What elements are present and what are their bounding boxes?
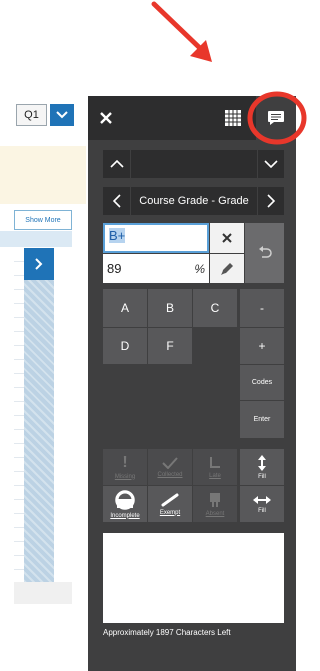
close-icon — [100, 112, 112, 124]
selected-column[interactable] — [24, 248, 54, 582]
exempt-label: Exempt — [159, 509, 181, 516]
grade-c-button[interactable]: C — [193, 289, 237, 327]
show-more-button[interactable]: Show More — [14, 210, 72, 230]
fill-vertical-label: Fill — [258, 473, 266, 480]
characters-left-text: Approximately 1897 Characters Left — [103, 628, 231, 637]
collected-label: Collected — [157, 471, 183, 478]
missing-button[interactable]: ! Missing — [103, 449, 147, 485]
late-button[interactable]: Late — [193, 449, 237, 485]
grid-footer-cell — [14, 582, 72, 604]
quarter-dropdown-button[interactable] — [50, 104, 74, 126]
grid-icon — [225, 110, 241, 126]
horizontal-arrows-icon — [253, 495, 271, 504]
grade-d-button[interactable]: D — [103, 328, 147, 364]
absent-label: Absent — [205, 510, 225, 517]
incomplete-icon — [115, 489, 135, 510]
previous-course-button[interactable] — [103, 187, 130, 215]
absent-icon — [210, 492, 220, 507]
percent-input[interactable]: 89 % — [103, 254, 209, 283]
pencil-icon — [221, 262, 233, 275]
chevron-right-icon — [35, 258, 43, 270]
grade-b-button[interactable]: B — [148, 289, 192, 327]
undo-icon — [258, 246, 272, 258]
chevron-left-icon — [112, 194, 121, 208]
collected-button[interactable]: Collected — [148, 449, 192, 485]
exempt-button[interactable]: Exempt — [148, 486, 192, 522]
next-course-button[interactable] — [258, 187, 284, 215]
late-icon — [210, 456, 220, 468]
close-icon — [222, 233, 232, 243]
next-student-button[interactable] — [258, 150, 284, 178]
exclamation-icon: ! — [122, 453, 128, 471]
edit-button[interactable] — [210, 254, 244, 283]
grade-a-button[interactable]: A — [103, 289, 147, 327]
quarter-select[interactable]: Q1 — [16, 104, 47, 126]
grade-input-value: B+ — [109, 228, 126, 243]
annotation-arrow — [151, 1, 212, 62]
percent-unit: % — [194, 261, 205, 276]
chevron-right-icon — [267, 194, 275, 208]
vertical-arrows-icon — [258, 454, 266, 471]
absent-button[interactable]: Absent — [193, 486, 237, 522]
undo-button[interactable] — [245, 223, 284, 283]
percent-input-value: 89 — [107, 261, 122, 276]
missing-label: Missing — [114, 473, 136, 480]
annotation-circle — [247, 91, 307, 145]
fill-horizontal-button[interactable]: Fill — [240, 486, 284, 522]
grade-grid-column — [14, 248, 24, 582]
enter-button[interactable]: Enter — [240, 401, 284, 438]
late-label: Late — [209, 472, 221, 479]
chevron-down-icon — [56, 111, 68, 119]
close-button[interactable] — [92, 104, 120, 132]
previous-student-button[interactable] — [103, 150, 130, 178]
notice-area — [0, 146, 86, 204]
fill-horizontal-label: Fill — [258, 507, 266, 514]
incomplete-button[interactable]: Incomplete — [103, 486, 147, 522]
grade-f-button[interactable]: F — [148, 328, 192, 364]
course-title: Course Grade - Grade — [131, 187, 257, 215]
column-expand-button[interactable] — [24, 248, 54, 280]
plus-button[interactable]: + — [240, 328, 284, 364]
chevron-up-icon — [109, 160, 124, 168]
header-strip — [0, 231, 72, 247]
chevron-down-icon — [264, 160, 278, 168]
check-icon — [162, 456, 178, 469]
student-name-field — [131, 150, 257, 178]
incomplete-label: Incomplete — [110, 512, 140, 519]
fill-vertical-button[interactable]: Fill — [240, 449, 284, 485]
exempt-icon — [161, 493, 179, 506]
grade-input[interactable]: B+ — [103, 223, 209, 253]
minus-button[interactable]: - — [240, 289, 284, 327]
comment-textarea[interactable] — [103, 533, 284, 623]
codes-button[interactable]: Codes — [240, 365, 284, 400]
clear-grade-button[interactable] — [210, 223, 244, 253]
